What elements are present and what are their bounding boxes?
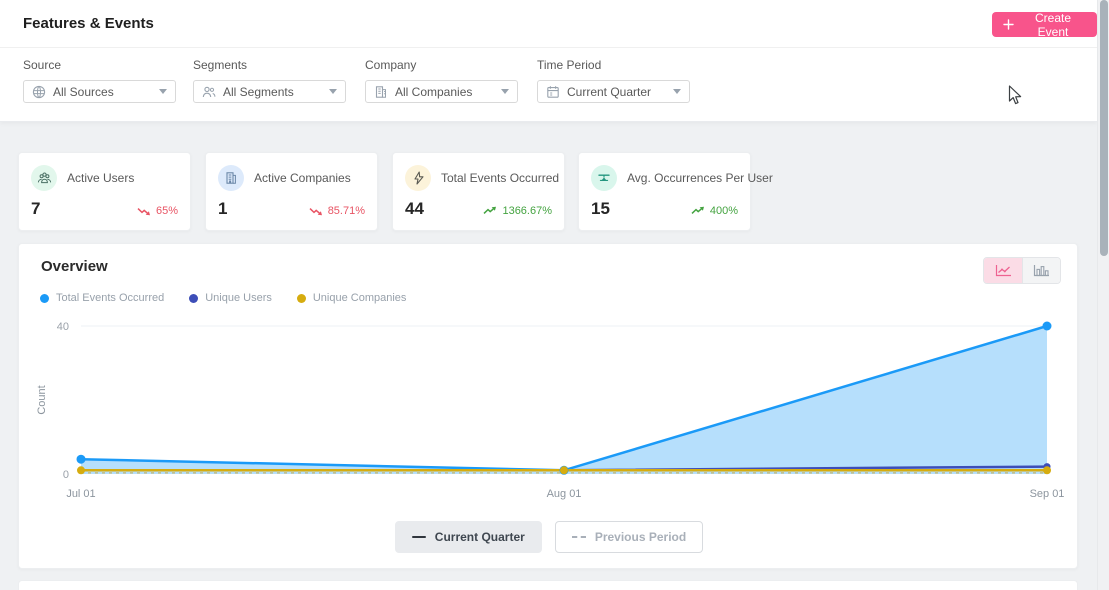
stat-trend: 85.71% — [309, 205, 365, 217]
stat-label: Total Events Occurred — [441, 171, 559, 185]
stat-trend: 65% — [137, 205, 178, 217]
chart-type-toggle — [983, 257, 1061, 284]
users-icon — [202, 85, 216, 99]
legend-label: Unique Users — [205, 292, 272, 304]
trend-up-icon — [691, 206, 705, 216]
stat-card-active-users: Active Users 7 65% — [18, 152, 191, 231]
stat-label: Active Users — [67, 171, 134, 185]
chevron-down-icon — [501, 89, 509, 94]
series-toggle-buttons: Current Quarter Previous Period — [19, 521, 1079, 553]
create-event-label: Create Event — [1020, 11, 1086, 39]
stat-change: 400% — [710, 205, 738, 217]
stat-label: Avg. Occurrences Per User — [627, 171, 773, 185]
legend-item-total-events[interactable]: Total Events Occurred — [40, 292, 164, 304]
svg-text:Jul 01: Jul 01 — [66, 488, 95, 500]
overview-chart: 0 40 Count Jul 01 Aug 01 Sep 01 — [19, 306, 1079, 502]
source-value: All Sources — [53, 85, 152, 99]
legend-label: Unique Companies — [313, 292, 407, 304]
time-period-label: Time Period — [537, 58, 690, 72]
stat-trend: 400% — [691, 205, 738, 217]
legend-dot — [189, 294, 198, 303]
chart-legend: Total Events Occurred Unique Users Uniqu… — [40, 292, 406, 304]
overview-card: Overview Total Events Occurred Unique Us… — [18, 243, 1078, 569]
trend-up-icon — [483, 206, 497, 216]
svg-text:Aug 01: Aug 01 — [547, 488, 582, 500]
stat-change: 1366.67% — [502, 205, 552, 217]
line-chart-toggle[interactable] — [984, 258, 1022, 283]
page-title: Features & Events — [23, 15, 154, 32]
stat-label: Active Companies — [254, 171, 351, 185]
gauge-icon — [591, 165, 617, 191]
previous-period-label: Previous Period — [595, 530, 686, 544]
filter-company: Company All Companies — [365, 58, 518, 103]
stat-value: 7 — [31, 199, 40, 219]
time-period-value: Current Quarter — [567, 85, 666, 99]
calendar-icon — [546, 85, 560, 99]
current-quarter-button[interactable]: Current Quarter — [395, 521, 542, 553]
legend-item-unique-companies[interactable]: Unique Companies — [297, 292, 407, 304]
company-select[interactable]: All Companies — [365, 80, 518, 103]
bar-chart-icon — [1033, 264, 1050, 277]
overview-title: Overview — [41, 258, 108, 275]
top-header: Features & Events Create Event — [0, 0, 1097, 48]
stat-change: 85.71% — [328, 205, 365, 217]
company-value: All Companies — [395, 85, 494, 99]
filter-source: Source All Sources — [23, 58, 176, 103]
legend-label: Total Events Occurred — [56, 292, 164, 304]
svg-text:Count: Count — [36, 385, 48, 414]
svg-text:40: 40 — [57, 321, 69, 333]
bar-chart-toggle[interactable] — [1022, 258, 1060, 283]
scrollbar-thumb[interactable] — [1100, 0, 1108, 256]
svg-text:0: 0 — [63, 469, 69, 481]
company-building-icon — [218, 165, 244, 191]
chevron-down-icon — [673, 89, 681, 94]
source-label: Source — [23, 58, 176, 72]
segments-label: Segments — [193, 58, 346, 72]
stat-value: 1 — [218, 199, 227, 219]
lightning-icon — [405, 165, 431, 191]
plus-icon — [1003, 19, 1014, 30]
chevron-down-icon — [329, 89, 337, 94]
people-group-icon — [31, 165, 57, 191]
stat-value: 15 — [591, 199, 610, 219]
current-quarter-label: Current Quarter — [435, 530, 525, 544]
next-section-card-edge — [18, 580, 1078, 590]
filter-time-period: Time Period Current Quarter — [537, 58, 690, 103]
source-select[interactable]: All Sources — [23, 80, 176, 103]
scrollbar-track[interactable] — [1097, 0, 1109, 590]
time-period-select[interactable]: Current Quarter — [537, 80, 690, 103]
filter-segments: Segments All Segments — [193, 58, 346, 103]
overview-chart-area: 0 40 Count Jul 01 Aug 01 Sep 01 — [19, 306, 1079, 502]
stat-trend: 1366.67% — [483, 205, 552, 217]
filter-bar: Source All Sources Segments All Segments… — [0, 48, 1097, 122]
legend-dot — [40, 294, 49, 303]
stat-card-active-companies: Active Companies 1 85.71% — [205, 152, 378, 231]
stat-value: 44 — [405, 199, 424, 219]
create-event-button[interactable]: Create Event — [992, 12, 1097, 37]
company-label: Company — [365, 58, 518, 72]
globe-icon — [32, 85, 46, 99]
legend-item-unique-users[interactable]: Unique Users — [189, 292, 272, 304]
chevron-down-icon — [159, 89, 167, 94]
trend-down-icon — [137, 206, 151, 216]
solid-line-icon — [412, 536, 426, 538]
line-chart-icon — [995, 264, 1012, 277]
stat-change: 65% — [156, 205, 178, 217]
stat-card-avg-occurrences: Avg. Occurrences Per User 15 400% — [578, 152, 751, 231]
trend-down-icon — [309, 206, 323, 216]
svg-text:Sep 01: Sep 01 — [1030, 488, 1065, 500]
dashed-line-icon — [572, 536, 586, 538]
stat-card-total-events: Total Events Occurred 44 1366.67% — [392, 152, 565, 231]
segments-select[interactable]: All Segments — [193, 80, 346, 103]
previous-period-button[interactable]: Previous Period — [555, 521, 703, 553]
legend-dot — [297, 294, 306, 303]
building-icon — [374, 85, 388, 99]
segments-value: All Segments — [223, 85, 322, 99]
